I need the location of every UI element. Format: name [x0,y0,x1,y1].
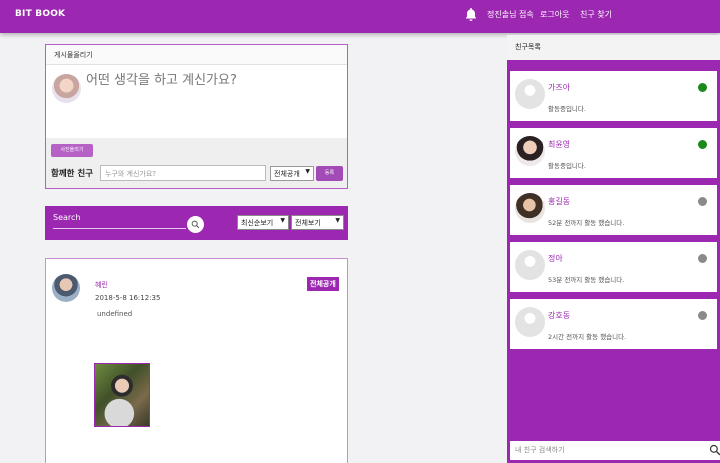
composer-textarea[interactable]: 어떤 생각을 하고 계신가요? [46,66,347,138]
friend-item[interactable]: 가즈아 활동중입니다. [510,71,717,121]
friend-item[interactable]: 최윤영 활동중입니다. [510,128,717,178]
avatar[interactable] [52,274,80,302]
together-friends-label: 함께한 친구 [51,169,94,179]
filter-select-value: 전체보기 [295,219,321,227]
avatar [515,250,545,280]
brand-logo[interactable]: BIT BOOK [15,9,65,19]
user-status: 정진솔님 접속 [487,10,534,19]
offline-status-dot [698,254,707,263]
dropdown-arrow-icon: ▼ [335,217,340,224]
friend-name: 정아 [548,254,563,263]
post-photo[interactable] [94,363,150,427]
visibility-badge: 전체공개 [307,277,339,291]
friend-item[interactable]: 홍길동 52분 전까지 활동 했습니다. [510,185,717,235]
composer-title: 게시물올리기 [46,45,347,65]
submit-post-button[interactable]: 등록 [316,166,343,181]
feed-search-bar: Search 최신순보기 ▼ 전체보기 ▼ [45,206,348,240]
post-composer: 게시물올리기 어떤 생각을 하고 계신가요? 사진올리기 함께한 친구 누구와 … [45,44,348,189]
post-timestamp: 2018-5-8 16:12:35 [95,294,161,302]
offline-status-dot [698,311,707,320]
avatar [515,79,545,109]
search-icon[interactable] [709,444,720,456]
post-body: undefined [97,310,133,318]
post-card: 혜린 2018-5-8 16:12:35 undefined 전체공개 [45,258,348,463]
friend-status: 활동중입니다. [548,162,586,170]
friend-search-input[interactable]: 내 친구 검색하기 [515,445,565,455]
avatar [515,136,545,166]
friend-name: 강호동 [548,311,571,320]
search-button[interactable] [187,216,204,233]
upload-photo-button[interactable]: 사진올리기 [51,144,93,157]
friend-list-panel: 친구목록 가즈아 활동중입니다. 최윤영 활동중입니다. 홍길동 52분 전까지… [507,35,720,463]
friend-name: 홍길동 [548,197,571,206]
logout-link[interactable]: 로그아웃 [540,9,569,20]
post-author[interactable]: 혜린 [95,280,108,290]
friend-list-title: 친구목록 [507,35,720,60]
search-input[interactable] [53,228,186,229]
find-friends-link[interactable]: 친구 찾기 [580,9,612,20]
composer-placeholder: 어떤 생각을 하고 계신가요? [86,73,237,88]
visibility-select[interactable]: 전체공개 ▼ [270,166,314,181]
friend-status: 52분 전까지 활동 했습니다. [548,219,625,227]
friend-status: 활동중입니다. [548,105,586,113]
top-navbar: BIT BOOK 정진솔님 접속 로그아웃 친구 찾기 [0,0,720,33]
sort-select[interactable]: 최신순보기 ▼ [237,215,289,230]
online-status-dot [698,83,707,92]
filter-select[interactable]: 전체보기 ▼ [291,215,344,230]
offline-status-dot [698,197,707,206]
online-status-dot [698,140,707,149]
friend-status: 2시간 전까지 활동 했습니다. [548,333,627,341]
friend-status: 53분 전까지 활동 했습니다. [548,276,625,284]
bell-icon[interactable] [465,7,477,21]
avatar [515,193,545,223]
avatar [52,74,81,103]
friend-item[interactable]: 강호동 2시간 전까지 활동 했습니다. [510,299,717,349]
dropdown-arrow-icon: ▼ [280,217,285,224]
search-icon [191,220,200,229]
friend-name: 최윤영 [548,140,571,149]
friend-item[interactable]: 정아 53분 전까지 활동 했습니다. [510,242,717,292]
friend-name: 가즈아 [548,83,571,92]
dropdown-arrow-icon: ▼ [305,168,310,175]
visibility-select-value: 전체공개 [274,170,300,178]
search-label: Search [53,213,81,222]
friend-search-field[interactable]: 내 친구 검색하기 [510,441,720,460]
avatar [515,307,545,337]
tag-friend-input[interactable]: 누구와 계신가요? [100,165,266,181]
sort-select-value: 최신순보기 [241,219,274,227]
